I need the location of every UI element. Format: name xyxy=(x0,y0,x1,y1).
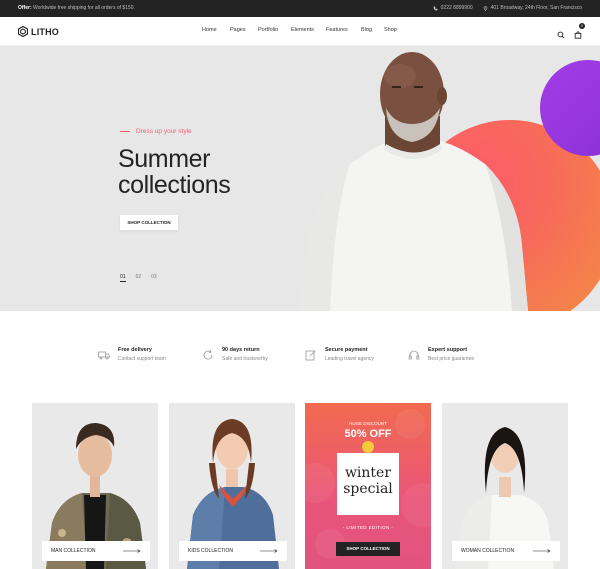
hero-slider: Dress up your style Summer collections S… xyxy=(0,46,600,311)
address-contact[interactable]: 401 Broadway, 24th Floor, San Francisco xyxy=(483,5,582,11)
phone-icon xyxy=(433,6,438,10)
promo-card-line-1: winter xyxy=(344,465,392,481)
arrow-right-icon xyxy=(123,549,141,553)
man-collection-label[interactable]: MAN COLLECTION xyxy=(42,541,150,561)
hero-tagline: Dress up your style xyxy=(120,128,192,135)
main-header: LITHO Home Pages Portfolio Elements Feat… xyxy=(0,17,600,46)
slide-dot-1[interactable]: 01 xyxy=(120,274,126,282)
limited-edition-text: - LIMITED EDITION - xyxy=(342,525,394,530)
logo[interactable]: LITHO xyxy=(18,26,59,37)
arrow-right-icon xyxy=(533,549,551,553)
offer-message: Worldwide free shipping for all orders o… xyxy=(33,5,135,11)
kids-collection-label[interactable]: KIDS COLLECTION xyxy=(179,541,287,561)
collection-title: WOMAN COLLECTION xyxy=(461,548,515,554)
winter-special-card: winter special xyxy=(337,453,399,515)
arrow-right-icon xyxy=(260,549,278,553)
hero-model-image xyxy=(300,52,528,311)
nav-item-home[interactable]: Home xyxy=(202,27,217,33)
truck-icon xyxy=(98,351,110,360)
feature-expert-support: Expert support Best price guarantee xyxy=(408,347,474,362)
feature-subtitle: Contact support team xyxy=(118,356,166,362)
hero-title: Summer collections xyxy=(118,145,231,199)
edit-check-icon xyxy=(305,350,316,361)
feature-title: Expert support xyxy=(428,347,468,353)
promo-discount: 50% OFF xyxy=(344,428,392,440)
nav-item-pages[interactable]: Pages xyxy=(230,27,246,33)
phone-contact[interactable]: 0222 8899900 xyxy=(433,5,473,11)
nav-item-portfolio[interactable]: Portfolio xyxy=(258,27,278,33)
feature-subtitle: Best price guarantee xyxy=(428,356,475,362)
feature-subtitle: Safe and trustworthy xyxy=(222,356,268,362)
woman-collection-card[interactable]: WOMAN COLLECTION xyxy=(442,403,568,569)
phone-number: 0222 8899900 xyxy=(440,5,473,11)
top-bar: Offer: Worldwide free shipping for all o… xyxy=(0,0,600,17)
nav-item-features[interactable]: Features xyxy=(326,27,348,33)
features-strip: Free delivery Contact support team 90 da… xyxy=(0,311,600,403)
slider-pagination: 01 02 03 xyxy=(120,274,157,282)
refresh-icon xyxy=(203,349,213,360)
search-icon[interactable] xyxy=(557,31,565,39)
location-pin-icon xyxy=(483,5,487,11)
nav-item-elements[interactable]: Elements xyxy=(291,27,314,33)
logo-hexagon-icon xyxy=(18,26,28,37)
shop-collection-button[interactable]: SHOP COLLECTION xyxy=(120,215,178,230)
promo-subheading: HUGE DISCOUNT xyxy=(349,421,387,426)
woman-collection-label[interactable]: WOMAN COLLECTION xyxy=(452,541,560,561)
man-collection-card[interactable]: MAN COLLECTION xyxy=(32,403,158,569)
lemon-decoration xyxy=(362,441,374,453)
hero-title-line-1: Summer xyxy=(118,145,211,173)
feature-title: Secure payment xyxy=(325,347,368,353)
cart-count-badge: 0 xyxy=(579,23,585,29)
collection-title: MAN COLLECTION xyxy=(51,548,96,554)
feature-returns: 90 days return Safe and trustworthy xyxy=(202,347,268,362)
feature-subtitle: Leading travel agency xyxy=(325,356,374,362)
logo-text: LITHO xyxy=(31,26,59,37)
promo-card-line-2: special xyxy=(343,481,393,497)
collection-title: KIDS COLLECTION xyxy=(188,548,234,554)
address-text: 401 Broadway, 24th Floor, San Francisco xyxy=(490,5,582,11)
nav-item-shop[interactable]: Shop xyxy=(384,27,397,33)
offer-label: Offer: xyxy=(18,5,32,11)
slide-dot-3[interactable]: 03 xyxy=(151,274,157,282)
headphones-icon xyxy=(408,350,420,360)
feature-free-delivery: Free delivery Contact support team xyxy=(98,347,166,362)
shopping-bag-icon xyxy=(574,31,582,39)
feature-title: 90 days return xyxy=(222,347,260,353)
feature-title: Free delivery xyxy=(118,347,152,353)
hero-title-line-2: collections xyxy=(118,171,231,199)
cart-button[interactable]: 0 xyxy=(574,23,585,44)
kids-collection-card[interactable]: KIDS COLLECTION xyxy=(169,403,295,569)
nav-item-blog[interactable]: Blog xyxy=(361,27,372,33)
feature-secure-payment: Secure payment Leading travel agency xyxy=(305,347,374,362)
promo-shop-button[interactable]: SHOP COLLECTION xyxy=(336,542,400,556)
offer-text: Offer: Worldwide free shipping for all o… xyxy=(18,5,135,11)
slide-dot-2[interactable]: 02 xyxy=(136,274,142,282)
winter-special-promo[interactable]: HUGE DISCOUNT 50% OFF winter special - L… xyxy=(305,403,431,569)
